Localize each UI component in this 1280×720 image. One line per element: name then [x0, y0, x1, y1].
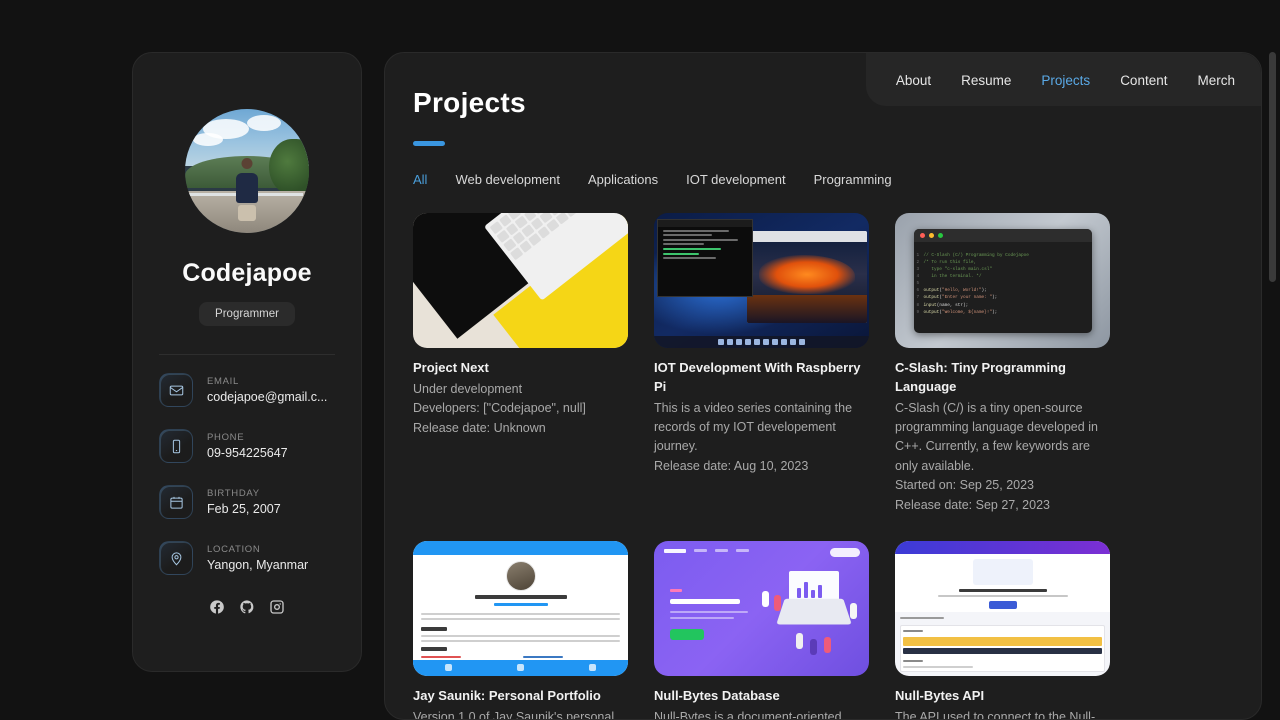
filter-programming[interactable]: Programming — [814, 172, 892, 187]
social-links — [209, 599, 285, 620]
contact-value: codejapoe@gmail.c... — [207, 390, 328, 404]
nav-item-content[interactable]: Content — [1120, 73, 1167, 88]
project-card[interactable]: Null-Bytes Database Null-Bytes is a docu… — [654, 540, 869, 720]
nav-item-merch[interactable]: Merch — [1197, 73, 1235, 88]
project-release-date: Release date: Unknown — [413, 420, 546, 435]
project-started-on: Started on: Sep 25, 2023 — [895, 478, 1034, 493]
null-bytes-landing-screenshot — [654, 540, 869, 676]
contact-label: EMAIL — [207, 376, 240, 387]
avatar-tree — [269, 138, 309, 195]
project-card[interactable]: IOT Development With Raspberry Pi This i… — [654, 213, 869, 515]
instagram-icon[interactable] — [269, 599, 285, 620]
project-title: IOT Development With Raspberry Pi — [654, 360, 861, 394]
mail-icon — [159, 373, 193, 407]
project-developers: Developers: ["Codejapoe", null] — [413, 401, 586, 416]
nav-item-about[interactable]: About — [896, 73, 931, 88]
sidebar-divider — [159, 354, 335, 355]
github-icon[interactable] — [239, 599, 255, 620]
project-card[interactable]: 1// C-Slash (C/) Programming by Codejapo… — [895, 213, 1110, 515]
contact-label: LOCATION — [207, 544, 261, 555]
project-card[interactable]: Project Next Under development Developer… — [413, 213, 628, 515]
title-underline — [413, 141, 445, 146]
phone-icon — [159, 429, 193, 463]
filter-all[interactable]: All — [413, 172, 427, 187]
contact-value: Feb 25, 2007 — [207, 502, 281, 516]
windows-desktop-screenshot — [654, 213, 869, 348]
category-filters: All Web development Applications IOT dev… — [413, 172, 1231, 187]
keyboard-yellow-black-photo — [413, 213, 628, 348]
top-navigation: About Resume Projects Content Merch — [865, 53, 1261, 106]
null-bytes-api-docs-screenshot — [895, 540, 1110, 676]
avatar-person — [238, 204, 256, 221]
profile-name: Codejapoe — [182, 259, 312, 287]
contact-label: BIRTHDAY — [207, 488, 260, 499]
profile-role-badge: Programmer — [199, 302, 295, 326]
portfolio-website-screenshot — [413, 540, 628, 676]
contact-item-phone[interactable]: PHONE 09-954225647 — [159, 429, 335, 463]
project-description: C-Slash (C/) is a tiny open-source progr… — [895, 400, 1098, 473]
code-editor-lines: 1// C-Slash (C/) Programming by Codejapo… — [916, 252, 1029, 315]
project-card[interactable]: Null-Bytes API The API used to connect t… — [895, 540, 1110, 720]
contact-label: PHONE — [207, 432, 245, 443]
filter-iot-development[interactable]: IOT development — [686, 172, 785, 187]
scrollbar-thumb[interactable] — [1269, 52, 1276, 282]
avatar-person — [236, 173, 258, 204]
contact-item-location[interactable]: LOCATION Yangon, Myanmar — [159, 541, 335, 575]
contact-item-birthday[interactable]: BIRTHDAY Feb 25, 2007 — [159, 485, 335, 519]
projects-grid: Project Next Under development Developer… — [413, 213, 1231, 720]
nav-item-resume[interactable]: Resume — [961, 73, 1011, 88]
avatar-cloud — [193, 133, 223, 146]
project-release-date: Release date: Sep 27, 2023 — [895, 497, 1050, 512]
location-icon — [159, 541, 193, 575]
project-title: Null-Bytes API — [895, 687, 985, 703]
project-title: Null-Bytes Database — [654, 687, 780, 703]
nav-item-projects[interactable]: Projects — [1041, 73, 1090, 88]
profile-sidebar: Codejapoe Programmer EMAIL codejapoe@gma… — [132, 52, 362, 672]
code-editor-screenshot: 1// C-Slash (C/) Programming by Codejapo… — [895, 213, 1110, 348]
filter-applications[interactable]: Applications — [588, 172, 658, 187]
page-scrollbar[interactable] — [1269, 52, 1276, 720]
project-title: C-Slash: Tiny Programming Language — [895, 360, 1066, 394]
contact-item-email[interactable]: EMAIL codejapoe@gmail.c... — [159, 373, 335, 407]
avatar-person — [241, 157, 253, 169]
project-title: Project Next — [413, 360, 489, 375]
contact-list: EMAIL codejapoe@gmail.c... PHONE 09-9542… — [159, 373, 335, 597]
project-description: Null-Bytes is a document-oriented NoSQL … — [654, 709, 842, 720]
project-description: This is a video series containing the re… — [654, 400, 853, 454]
calendar-icon — [159, 485, 193, 519]
project-description: Version 1.0 of Jay Saunik's personal por… — [413, 709, 615, 720]
app-root: Codejapoe Programmer EMAIL codejapoe@gma… — [0, 0, 1280, 720]
project-description: The API used to connect to the Null-Byte… — [895, 709, 1096, 720]
contact-value: Yangon, Myanmar — [207, 558, 309, 572]
project-title: Jay Saunik: Personal Portfolio — [413, 687, 601, 703]
filter-web-development[interactable]: Web development — [455, 172, 560, 187]
project-card[interactable]: Jay Saunik: Personal Portfolio Version 1… — [413, 540, 628, 720]
project-description: Under development — [413, 381, 523, 396]
avatar — [185, 109, 309, 233]
avatar-cloud — [247, 115, 281, 131]
contact-value: 09-954225647 — [207, 446, 288, 460]
facebook-icon[interactable] — [209, 599, 225, 620]
main-panel: About Resume Projects Content Merch Proj… — [384, 52, 1262, 720]
project-release-date: Release date: Aug 10, 2023 — [654, 458, 809, 473]
